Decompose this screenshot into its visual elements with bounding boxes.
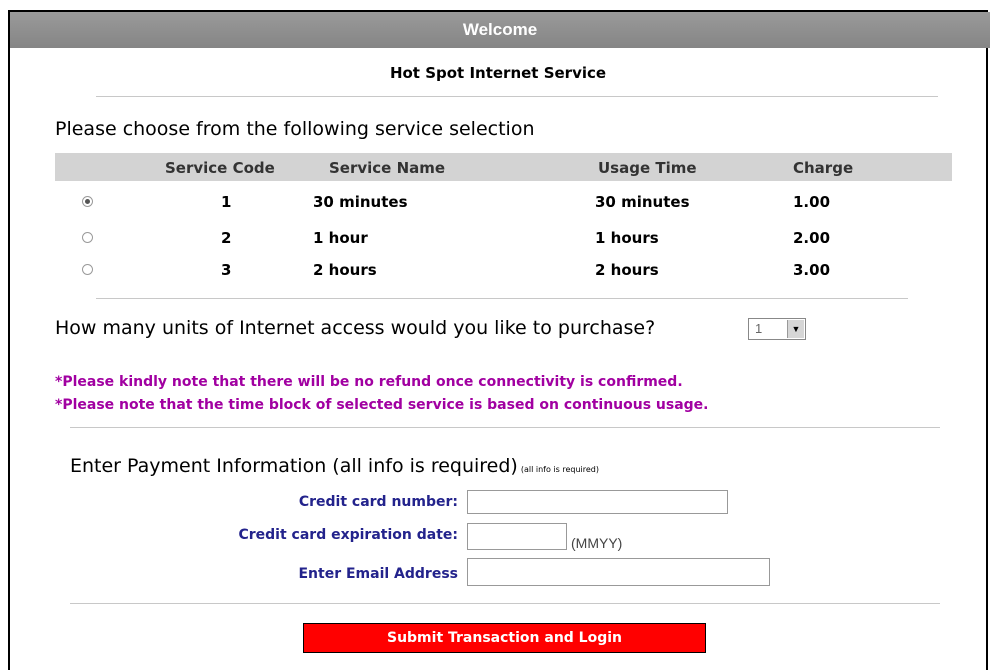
card-number-field[interactable] <box>467 490 728 514</box>
email-label: Enter Email Address <box>298 566 458 582</box>
continuous-usage-note: *Please note that the time block of sele… <box>55 397 709 413</box>
expiration-hint: (MMYY) <box>571 535 623 551</box>
service-code: 3 <box>221 261 232 279</box>
service-radio-3[interactable] <box>82 264 93 275</box>
divider <box>70 427 940 428</box>
service-title: Hot Spot Internet Service <box>389 64 607 82</box>
refund-note: *Please kindly note that there will be n… <box>55 374 683 390</box>
email-field[interactable] <box>467 558 770 586</box>
charge: 2.00 <box>793 229 831 247</box>
service-radio-1[interactable] <box>82 196 93 207</box>
service-radio-2[interactable] <box>82 232 93 243</box>
divider <box>96 96 938 97</box>
expiration-label: Credit card expiration date: <box>238 527 458 543</box>
charge: 3.00 <box>793 261 831 279</box>
submit-button[interactable]: Submit Transaction and Login <box>303 623 706 653</box>
usage-time: 1 hours <box>595 229 659 247</box>
usage-time: 2 hours <box>595 261 659 279</box>
payment-heading-text: Enter Payment Information (all info is r… <box>70 455 518 477</box>
service-code: 2 <box>221 229 232 247</box>
charge: 1.00 <box>793 193 831 211</box>
column-header-service-name: Service Name <box>329 159 446 177</box>
divider <box>96 298 908 299</box>
units-question: How many units of Internet access would … <box>55 317 656 339</box>
payment-heading-note: (all info is required) <box>520 465 599 474</box>
service-name: 30 minutes <box>313 193 408 211</box>
payment-heading: Enter Payment Information (all info is r… <box>70 455 599 477</box>
column-header-service-code: Service Code <box>165 159 275 177</box>
service-code: 1 <box>221 193 232 211</box>
service-name: 2 hours <box>313 261 377 279</box>
column-header-charge: Charge <box>793 159 854 177</box>
expiration-field[interactable] <box>467 523 567 550</box>
service-selection-heading: Please choose from the following service… <box>55 118 535 140</box>
divider <box>70 603 940 604</box>
units-select-value: 1 <box>755 321 763 336</box>
service-name: 1 hour <box>313 229 368 247</box>
dropdown-arrow-icon[interactable]: ▼ <box>787 320 804 338</box>
card-number-label: Credit card number: <box>298 494 458 510</box>
usage-time: 30 minutes <box>595 193 690 211</box>
column-header-usage-time: Usage Time <box>598 159 697 177</box>
units-select[interactable]: 1 ▼ <box>748 318 806 340</box>
welcome-header: Welcome <box>10 12 990 48</box>
